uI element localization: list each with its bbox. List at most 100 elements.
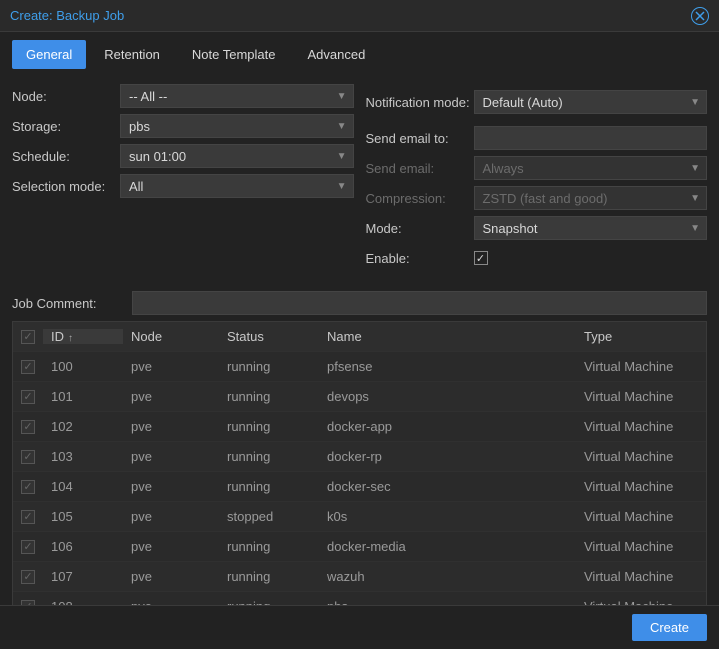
selection-mode-select[interactable]: All ▼ [120,174,354,198]
header-node[interactable]: Node [123,329,219,344]
table-row[interactable]: ✓ 107pverunningwazuhVirtual Machine [13,562,706,592]
row-checkbox[interactable]: ✓ [21,420,35,434]
selection-mode-label: Selection mode: [12,179,120,194]
notification-mode-select[interactable]: Default (Auto)▼ [474,90,708,114]
row-status: running [219,569,319,584]
row-checkbox-cell: ✓ [13,360,43,374]
header-status[interactable]: Status [219,329,319,344]
tab-general[interactable]: General [12,40,86,69]
chevron-down-icon: ▼ [337,181,347,192]
row-checkbox[interactable]: ✓ [21,480,35,494]
job-comment-row: Job Comment: [12,291,707,315]
table-row[interactable]: ✓103pverunningdocker-rpVirtual Machine [13,442,706,472]
row-name: k0s [319,509,576,524]
row-type: Virtual Machine [576,449,706,464]
table-body: ✓100pverunningpfsenseVirtual Machine✓101… [13,352,706,605]
row-checkbox-cell: ✓ [13,420,43,434]
table-row[interactable]: ✓101pverunningdevopsVirtual Machine [13,382,706,412]
chevron-down-icon: ▼ [337,151,347,162]
row-checkbox-cell: ✓ [13,540,43,554]
row-checkbox[interactable]: ✓ [21,510,35,524]
row-node: pve [123,509,219,524]
titlebar: Create: Backup Job [0,0,719,32]
row-node: pve [123,569,219,584]
row-checkbox-cell: ✓ [13,480,43,494]
right-column: Notification mode: Default (Auto)▼ Send … [366,81,708,273]
row-id: 101 [43,389,123,404]
table-row[interactable]: ✓106pverunningdocker-mediaVirtual Machin… [13,532,706,562]
left-column: Node: -- All -- ▼ Storage: pbs ▼ Schedule:… [12,81,354,273]
row-checkbox-cell: ✓ [13,570,43,584]
row-type: Virtual Machine [576,389,706,404]
mode-select[interactable]: Snapshot▼ [474,216,708,240]
row-status: running [219,359,319,374]
send-email-to-input[interactable] [474,126,708,150]
select-all-checkbox[interactable]: ✓ [21,330,35,344]
row-name: pfsense [319,359,576,374]
header-name[interactable]: Name [319,329,576,344]
row-status: running [219,449,319,464]
storage-select[interactable]: pbs ▼ [120,114,354,138]
schedule-label: Schedule: [12,149,120,164]
dialog-body: Node: -- All -- ▼ Storage: pbs ▼ Schedule:… [0,69,719,605]
row-checkbox[interactable]: ✓ [21,390,35,404]
node-label: Node: [12,89,120,104]
row-status: running [219,539,319,554]
chevron-down-icon: ▼ [337,91,347,102]
compression-label: Compression: [366,191,474,206]
dialog: Create: Backup Job General Retention Not… [0,0,719,649]
notification-mode-label: Notification mode: [366,95,474,110]
row-name: wazuh [319,569,576,584]
compression-value: ZSTD (fast and good) [483,191,608,206]
send-email-label: Send email: [366,161,474,176]
enable-label: Enable: [366,251,474,266]
schedule-select[interactable]: sun 01:00▼ [120,144,354,168]
row-status: running [219,419,319,434]
tab-retention[interactable]: Retention [90,40,174,69]
storage-value: pbs [129,119,150,134]
tab-advanced[interactable]: Advanced [294,40,380,69]
row-checkbox-cell: ✓ [13,390,43,404]
chevron-down-icon: ▼ [690,163,700,174]
table-row[interactable]: ✓104pverunningdocker-secVirtual Machine [13,472,706,502]
row-checkbox-cell: ✓ [13,450,43,464]
row-checkbox[interactable]: ✓ [21,570,35,584]
row-name: docker-app [319,419,576,434]
close-icon[interactable] [691,7,709,25]
table-row[interactable]: ✓102pverunningdocker-appVirtual Machine [13,412,706,442]
storage-label: Storage: [12,119,120,134]
node-value: -- All -- [129,89,167,104]
table-row[interactable]: ✓108pverunningpbsVirtual Machine [13,592,706,605]
row-id: 105 [43,509,123,524]
row-checkbox[interactable]: ✓ [21,360,35,374]
row-node: pve [123,389,219,404]
row-node: pve [123,479,219,494]
row-checkbox[interactable]: ✓ [21,450,35,464]
compression-select: ZSTD (fast and good)▼ [474,186,708,210]
header-id[interactable]: ID↑ [43,329,123,344]
row-checkbox[interactable]: ✓ [21,540,35,554]
job-comment-value[interactable] [141,296,698,311]
row-id: 107 [43,569,123,584]
chevron-down-icon: ▼ [337,121,347,132]
dialog-title: Create: Backup Job [10,8,124,23]
create-button[interactable]: Create [632,614,707,641]
row-node: pve [123,359,219,374]
enable-checkbox[interactable]: ✓ [474,251,488,265]
mode-label: Mode: [366,221,474,236]
node-select[interactable]: -- All -- ▼ [120,84,354,108]
selection-mode-value: All [129,179,143,194]
header-type[interactable]: Type [576,329,706,344]
row-status: stopped [219,509,319,524]
chevron-down-icon: ▼ [690,97,700,108]
tabs: General Retention Note Template Advanced [0,32,719,69]
row-type: Virtual Machine [576,569,706,584]
row-status: running [219,479,319,494]
job-comment-input[interactable] [132,291,707,315]
table-row[interactable]: ✓105pvestoppedk0sVirtual Machine [13,502,706,532]
tab-note-template[interactable]: Note Template [178,40,290,69]
table-row[interactable]: ✓100pverunningpfsenseVirtual Machine [13,352,706,382]
row-type: Virtual Machine [576,479,706,494]
row-type: Virtual Machine [576,539,706,554]
send-email-to-value[interactable] [483,131,699,146]
